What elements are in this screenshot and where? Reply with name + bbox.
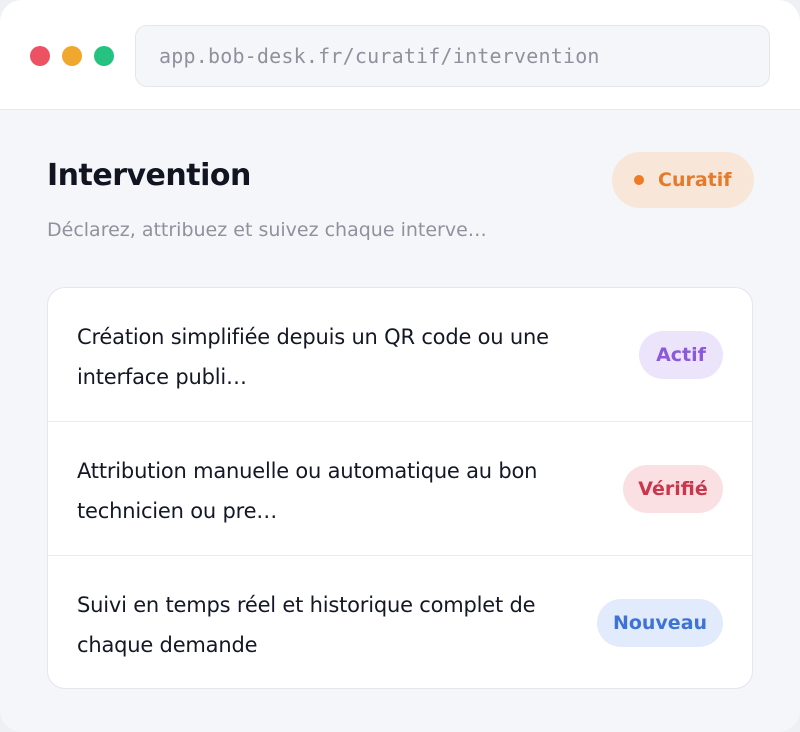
address-bar[interactable]: app.bob-desk.fr/curatif/intervention	[135, 25, 770, 87]
list-item-text: Suivi en temps réel et historique comple…	[77, 593, 536, 657]
status-badge: Actif	[639, 331, 723, 379]
list-item-text: Création simplifiée depuis un QR code ou…	[77, 325, 549, 389]
category-badge-label: Curatif	[658, 169, 732, 191]
app-window: app.bob-desk.fr/curatif/intervention Int…	[0, 0, 800, 732]
minimize-window-dot[interactable]	[62, 46, 82, 66]
list-item[interactable]: Suivi en temps réel et historique comple…	[48, 556, 752, 688]
address-url: app.bob-desk.fr/curatif/intervention	[159, 44, 600, 68]
list-item[interactable]: Création simplifiée depuis un QR code ou…	[48, 288, 752, 422]
close-window-dot[interactable]	[30, 46, 50, 66]
status-badge: Nouveau	[597, 599, 723, 647]
status-badge: Vérifié	[623, 465, 723, 513]
page-title: Intervention	[47, 158, 251, 193]
feature-list-card: Création simplifiée depuis un QR code ou…	[47, 287, 753, 689]
page-subtitle: Déclarez, attribuez et suivez chaque int…	[47, 219, 487, 241]
list-item[interactable]: Attribution manuelle ou automatique au b…	[48, 422, 752, 556]
maximize-window-dot[interactable]	[94, 46, 114, 66]
category-badge: Curatif	[612, 152, 754, 208]
title-bar: app.bob-desk.fr/curatif/intervention	[0, 0, 800, 110]
list-item-text: Attribution manuelle ou automatique au b…	[77, 459, 538, 523]
status-dot-icon	[634, 175, 644, 185]
